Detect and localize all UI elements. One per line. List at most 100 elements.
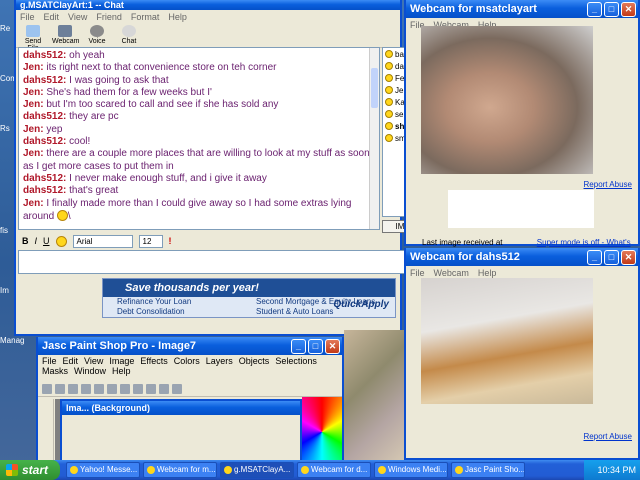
smiley-icon[interactable]	[55, 235, 67, 247]
ad-headline: Save thousands per year!	[125, 282, 259, 294]
minimize-button[interactable]: _	[291, 338, 306, 354]
taskbar-button[interactable]: Windows Medi...	[374, 462, 448, 478]
taskbar-button-label: Jasc Paint Sho...	[465, 465, 525, 474]
menu-view[interactable]: View	[68, 12, 87, 22]
psp-menu-item[interactable]: Selections	[275, 356, 317, 366]
psp-menu-item[interactable]: Image	[109, 356, 134, 366]
save-icon[interactable]	[68, 384, 78, 394]
buddy-status-icon	[385, 86, 393, 94]
taskbar-button-label: Webcam for m...	[157, 465, 216, 474]
message-sender: Jen:	[23, 123, 44, 135]
ad-brand-logo: QuickApply	[333, 299, 389, 310]
buddy-status-icon	[385, 50, 393, 58]
report-abuse-link[interactable]: Report Abuse	[584, 432, 632, 441]
menu-help[interactable]: Help	[478, 268, 497, 278]
psp-menu-item[interactable]: Colors	[174, 356, 200, 366]
taskbar-button[interactable]: Webcam for d...	[297, 462, 371, 478]
message-text: oh yeah	[69, 50, 105, 61]
close-button[interactable]: ✕	[621, 1, 636, 17]
menu-edit[interactable]: Edit	[44, 12, 60, 22]
minimize-button[interactable]: _	[587, 1, 602, 17]
menu-friend[interactable]: Friend	[96, 12, 122, 22]
webcam-button[interactable]: Webcam	[52, 25, 80, 46]
ad-link[interactable]: Debt Consolidation	[117, 307, 256, 317]
psp-menu-item[interactable]: Masks	[42, 366, 68, 376]
chat-window: g.MSATClayArt:1 -- Chat File Edit View F…	[14, 0, 422, 336]
color-palette[interactable]	[302, 397, 342, 460]
menu-help[interactable]: Help	[168, 12, 187, 22]
taskbar-button[interactable]: Yahoo! Messe...	[66, 462, 140, 478]
chat-titlebar[interactable]: g.MSATClayArt:1 -- Chat	[16, 0, 400, 10]
buddy-status-icon	[385, 74, 393, 82]
psp-tool-palette[interactable]	[38, 399, 54, 460]
italic-button[interactable]: I	[35, 236, 38, 246]
buddy-status-icon	[385, 62, 393, 70]
ad-banner[interactable]: Save thousands per year! Refinance Your …	[102, 278, 396, 318]
copy-icon[interactable]	[133, 384, 143, 394]
psp-menu-item[interactable]: Objects	[239, 356, 270, 366]
help-icon[interactable]	[172, 384, 182, 394]
cut-icon[interactable]	[120, 384, 130, 394]
chat-message: dahs512: oh yeah	[23, 50, 375, 62]
zoom-icon[interactable]	[159, 384, 169, 394]
psp-menu-item[interactable]: Window	[74, 366, 106, 376]
ad-link[interactable]: Refinance Your Loan	[117, 297, 256, 307]
psp-menu-item[interactable]: Layers	[206, 356, 233, 366]
chat-log-scrollbar[interactable]	[369, 48, 379, 229]
redo-icon[interactable]	[107, 384, 117, 394]
menu-webcam[interactable]: Webcam	[434, 268, 469, 278]
message-input[interactable]	[18, 250, 416, 274]
send-file-icon	[26, 25, 40, 37]
send-file-button[interactable]: Send File	[20, 25, 46, 52]
psp-image-window[interactable]: Ima... (Background)	[60, 399, 302, 460]
psp-title: Jasc Paint Shop Pro - Image7	[42, 340, 197, 352]
psp-menu-item[interactable]: Effects	[140, 356, 167, 366]
chat-message: dahs512: I never make enough stuff, and …	[23, 173, 375, 185]
message-sender: dahs512:	[23, 172, 67, 184]
psp-menu-item[interactable]: View	[84, 356, 103, 366]
new-file-icon[interactable]	[42, 384, 52, 394]
taskbar-button[interactable]: Jasc Paint Sho...	[451, 462, 525, 478]
maximize-button[interactable]: □	[604, 249, 619, 265]
maximize-button[interactable]: □	[308, 338, 323, 354]
bold-button[interactable]: B	[22, 236, 29, 246]
message-sender: Jen:	[23, 197, 44, 209]
psp-menu-item[interactable]: Edit	[63, 356, 79, 366]
menu-format[interactable]: Format	[131, 12, 160, 22]
cam1-titlebar[interactable]: Webcam for msatclayart _ □ ✕	[406, 0, 638, 18]
menu-file[interactable]: File	[20, 12, 35, 22]
paste-icon[interactable]	[146, 384, 156, 394]
chat-message-log[interactable]: dahs512: oh yeah Jen: its right next to t…	[18, 47, 380, 230]
menu-file[interactable]: File	[410, 268, 425, 278]
psp-titlebar[interactable]: Jasc Paint Shop Pro - Image7 _ □ ✕	[38, 337, 342, 355]
message-suffix: \	[67, 210, 71, 222]
desktop-label: fis	[0, 226, 8, 235]
undo-icon[interactable]	[94, 384, 104, 394]
webcam-video	[421, 26, 593, 174]
underline-button[interactable]: U	[43, 236, 50, 246]
close-button[interactable]: ✕	[621, 249, 636, 265]
psp-menu-item[interactable]: File	[42, 356, 57, 366]
start-button[interactable]: start	[0, 460, 60, 480]
voice-button[interactable]: Voice	[84, 25, 110, 46]
open-folder-icon[interactable]	[55, 384, 65, 394]
report-abuse-link[interactable]: Report Abuse	[584, 180, 632, 189]
image-titlebar[interactable]: Ima... (Background)	[62, 401, 300, 415]
clock[interactable]: 10:34 PM	[597, 465, 636, 475]
message-sender: Jen:	[23, 62, 44, 74]
close-button[interactable]: ✕	[325, 338, 340, 354]
psp-menu-item[interactable]: Help	[112, 366, 131, 376]
message-sender: Jen:	[23, 148, 44, 160]
print-icon[interactable]	[81, 384, 91, 394]
minimize-button[interactable]: _	[587, 249, 602, 265]
cam2-titlebar[interactable]: Webcam for dahs512 _ □ ✕	[406, 248, 638, 266]
tool-label: Chat	[121, 38, 137, 45]
font-size-select[interactable]: 12	[138, 234, 163, 248]
taskbar-button[interactable]: g.MSATClayA...	[220, 462, 294, 478]
buddy-status-icon	[385, 122, 393, 130]
taskbar-button[interactable]: Webcam for m...	[143, 462, 217, 478]
buzz-icon[interactable]: !	[169, 236, 172, 246]
maximize-button[interactable]: □	[604, 1, 619, 17]
font-select[interactable]: Arial	[72, 234, 133, 248]
chat-button[interactable]: Chat	[116, 25, 142, 46]
